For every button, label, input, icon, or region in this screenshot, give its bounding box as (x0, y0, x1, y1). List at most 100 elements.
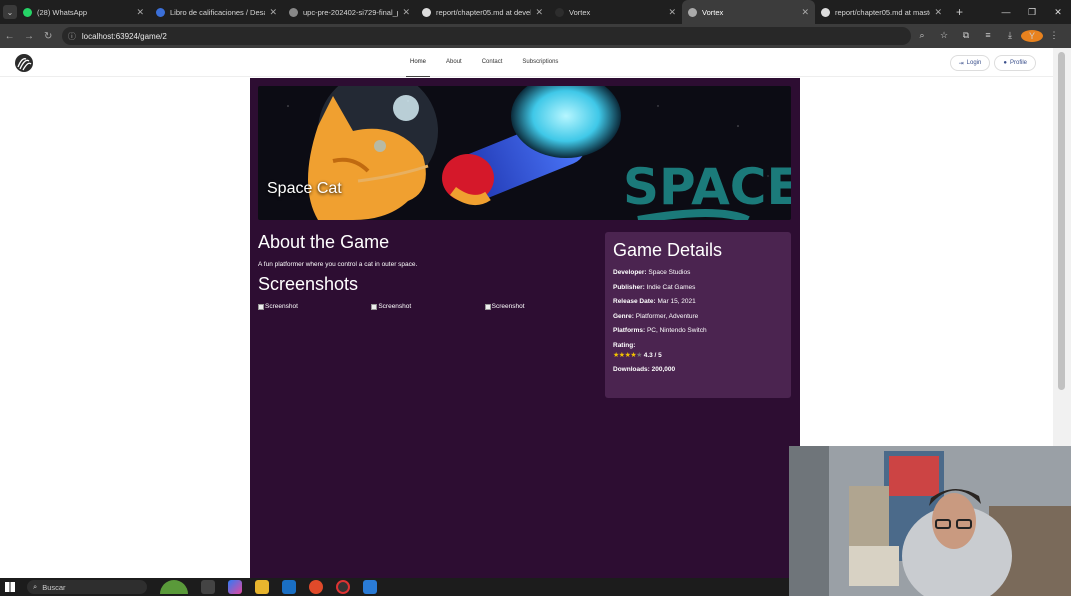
nav-item-contact[interactable]: Contact (472, 48, 513, 77)
game-description: A fun platformer where you control a cat… (258, 261, 418, 268)
browser-tab[interactable]: Libro de calificaciones / Desarr ✕ (150, 0, 283, 24)
screenshot-image[interactable]: Screenshot (484, 303, 598, 310)
tab-favicon-icon (156, 7, 165, 17)
browser-tab[interactable]: (28) WhatsApp ✕ (17, 0, 150, 24)
browser-tab[interactable]: report/chapter05.md at maste ✕ (815, 0, 948, 24)
url-text: localhost:63924/game/2 (81, 31, 167, 41)
browser-tab[interactable]: report/chapter05.md at develo ✕ (416, 0, 549, 24)
developer-row: Developer: Space Studios (613, 269, 691, 276)
task-view-icon[interactable] (201, 580, 215, 594)
hero-banner: SPACE Space Cat (258, 86, 791, 220)
tab-favicon-icon (688, 7, 697, 17)
chrome-dev-icon[interactable] (336, 580, 350, 594)
main-menu: Home About Contact Subscriptions (400, 48, 568, 77)
downloads-row: Downloads: 200,000 (613, 366, 676, 373)
platforms-row: Platforms: PC, Nintendo Switch (613, 327, 707, 334)
genre-row: Genre: Platformer, Adventure (613, 312, 699, 320)
screenshot-image[interactable]: Screenshot (371, 303, 484, 310)
forward-icon[interactable]: → (19, 31, 38, 42)
screenshots-gallery: Screenshot Screenshot Screenshot (258, 303, 598, 310)
tab-label: report/chapter05.md at develo (436, 7, 532, 17)
rating-text: 4.3 / 5 (643, 351, 662, 359)
game-panel: SPACE Space Cat About the Game A fun pla… (250, 78, 800, 578)
minimize-icon[interactable]: — (993, 0, 1019, 24)
tab-close-icon[interactable]: ✕ (801, 7, 809, 18)
zoom-icon[interactable]: ⌕ (911, 30, 933, 42)
chrome-icon[interactable] (309, 580, 323, 594)
reload-icon[interactable]: ↻ (39, 31, 58, 42)
profile-button[interactable]: ● Profile (994, 55, 1036, 71)
tab-favicon-icon (23, 7, 32, 17)
new-tab-icon[interactable]: + (956, 5, 963, 19)
details-heading: Game Details (613, 240, 723, 260)
copilot-icon[interactable] (228, 580, 242, 594)
hero-space-text: SPACE (623, 158, 791, 216)
browser-tab[interactable]: Vortex ✕ (682, 0, 815, 24)
site-info-icon[interactable]: ⓘ (68, 31, 76, 42)
tab-label: Vortex (702, 7, 724, 17)
bookmark-star-icon[interactable]: ☆ (933, 30, 955, 42)
tab-close-icon[interactable]: ✕ (402, 7, 410, 18)
browser-tab[interactable]: upc-pre-202402-si729-final_pr ✕ (283, 0, 416, 24)
broken-image-icon (258, 303, 264, 310)
tab-close-icon[interactable]: ✕ (269, 7, 277, 18)
auth-buttons: ⇥ Login ● Profile (949, 55, 1036, 71)
nav-item-home[interactable]: Home (400, 48, 436, 77)
scrollbar-thumb[interactable] (1058, 52, 1065, 390)
media-icon[interactable]: ≡ (977, 30, 999, 42)
search-icon: ⌕ (33, 582, 38, 591)
windows-start-icon[interactable] (5, 582, 15, 592)
close-window-icon[interactable]: ✕ (1045, 0, 1071, 24)
tab-label: Libro de calificaciones / Desarr (170, 7, 266, 17)
back-icon[interactable]: ← (0, 31, 19, 42)
tab-close-icon[interactable]: ✕ (535, 7, 543, 18)
restore-icon[interactable]: ❐ (1019, 0, 1045, 24)
tab-favicon-icon (422, 7, 431, 17)
login-icon: ⇥ (958, 60, 964, 67)
screenshot-image[interactable]: Screenshot (258, 303, 371, 310)
broken-image-icon (371, 303, 378, 310)
vscode-icon[interactable] (363, 580, 377, 594)
url-input[interactable]: ⓘ localhost:63924/game/2 (61, 27, 912, 45)
screenshot-alt-text: Screenshot (378, 303, 412, 310)
broken-image-icon (484, 303, 491, 310)
screenshots-heading: Screenshots (258, 274, 359, 294)
rating-row: Rating: (613, 341, 636, 349)
profile-avatar[interactable]: Y (1021, 30, 1044, 42)
file-explorer-icon[interactable] (255, 580, 269, 594)
about-heading: About the Game (258, 232, 390, 252)
nav-item-about[interactable]: About (436, 48, 472, 77)
tab-close-icon[interactable]: ✕ (136, 7, 144, 18)
screenshot-alt-text: Screenshot (491, 303, 525, 310)
browser-menu-icon[interactable]: ⋮ (1043, 30, 1065, 42)
weather-widget-icon[interactable] (160, 580, 188, 594)
site-navbar: Home About Contact Subscriptions ⇥ Login ● … (0, 48, 1053, 77)
user-icon: ● (1003, 60, 1007, 66)
tab-favicon-icon (821, 7, 830, 17)
game-title: Space Cat (267, 180, 342, 197)
address-bar-row: ← → ↻ ⓘ localhost:63924/game/2 ⌕ ☆ ⧉ ≡ ⤓… (0, 24, 1071, 48)
tab-label: report/chapter05.md at maste (835, 7, 931, 17)
release-date-row: Release Date: Mar 15, 2021 (613, 298, 696, 305)
browser-tab-strip: ⌄ (28) WhatsApp ✕ Libro de calificaciones … (0, 0, 1071, 24)
tab-close-icon[interactable]: ✕ (934, 7, 942, 18)
screenshot-alt-text: Screenshot (265, 303, 298, 310)
rating-stars-icon: ★★★★★ (613, 351, 642, 359)
download-icon[interactable]: ⤓ (999, 30, 1021, 42)
login-button[interactable]: ⇥ Login (949, 55, 991, 71)
about-section: About the Game A fun platformer where yo… (258, 232, 598, 310)
nav-item-subscriptions[interactable]: Subscriptions (512, 48, 568, 77)
browser-actions: ⌕ ☆ ⧉ ≡ ⤓ Y ⋮ (911, 30, 1065, 42)
hero-image: SPACE (258, 86, 791, 220)
browser-tab[interactable]: Vortex ✕ (549, 0, 682, 24)
window-controls: — ❐ ✕ (993, 0, 1071, 24)
tab-close-icon[interactable]: ✕ (668, 7, 676, 18)
publisher-row: Publisher: Indie Cat Games (613, 283, 696, 291)
vortex-logo[interactable] (14, 53, 34, 73)
tab-search-icon[interactable]: ⌄ (3, 5, 17, 19)
tab-favicon-icon (555, 7, 564, 17)
webcam-image (789, 446, 1071, 596)
extensions-icon[interactable]: ⧉ (955, 30, 977, 42)
outlook-icon[interactable] (282, 580, 296, 594)
taskbar-search[interactable]: ⌕ Buscar (27, 580, 147, 594)
